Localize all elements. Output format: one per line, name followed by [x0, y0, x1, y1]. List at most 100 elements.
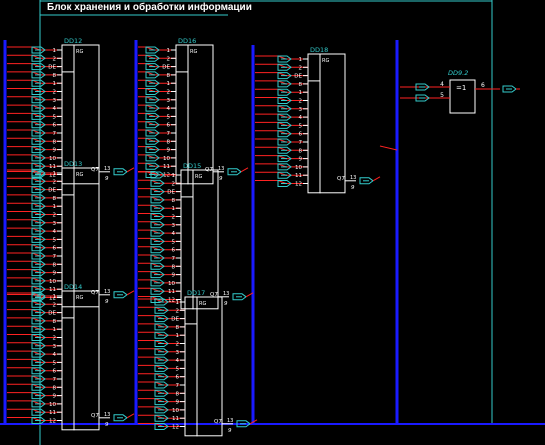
- chip-pin-number: 2: [176, 342, 180, 348]
- chip-pin-column: [61, 290, 75, 431]
- chip-pin-number: 1: [176, 300, 180, 306]
- output-sub-label: 9: [224, 301, 228, 307]
- output-wire: [126, 413, 135, 419]
- chip-pin-number: 6: [53, 369, 57, 375]
- output-pin-number: 13: [104, 166, 110, 172]
- chip-pin-number: DE: [162, 65, 170, 71]
- chip-pin-number: 8: [299, 148, 303, 154]
- xor-gate-group: DD9.2 =1 4 5 6: [400, 69, 520, 114]
- dd18-output-wire: [379, 145, 398, 151]
- chip-pin-number: 4: [53, 106, 57, 112]
- output-pin-number: 13: [223, 291, 229, 297]
- chip-output-pin: Q7: [91, 413, 99, 419]
- chip-pin-number: 11: [49, 287, 56, 293]
- chip-pin-number: 8: [53, 73, 57, 79]
- chip-body: [196, 296, 223, 437]
- chip-pin-number: 9: [53, 271, 57, 277]
- output-pin-number: 13: [104, 289, 110, 295]
- chip-pin-number: DE: [48, 65, 56, 71]
- gate-pin-number: 4: [440, 81, 444, 88]
- chip-output-pin: Q7: [214, 419, 222, 425]
- chip-pin-number: 8: [53, 139, 57, 145]
- chip-pin-column: [307, 53, 321, 194]
- chip-pin-number: 12: [172, 425, 179, 431]
- chip-func-label: RG: [322, 58, 329, 64]
- output-wire: [372, 176, 381, 182]
- chip-ref-label: DD13: [64, 160, 82, 168]
- chip-func-label: RG: [76, 49, 83, 55]
- output-wire: [240, 167, 249, 173]
- chip-pin-number: 12: [295, 182, 302, 188]
- chip-pin-column: [184, 296, 198, 437]
- output-pin-number: 13: [350, 175, 356, 181]
- output-sub-label: 9: [219, 176, 223, 182]
- chip-pin-column: [180, 169, 194, 310]
- chip-pin-number: 7: [176, 383, 180, 389]
- chip-pin-number: 3: [53, 98, 57, 104]
- chip-pin-number: 1: [176, 333, 180, 339]
- chip-pin-number: 2: [53, 179, 57, 185]
- chip-pin-number: 6: [53, 123, 57, 129]
- chip-pin-number: 2: [176, 308, 180, 314]
- chip-pin-number: 1: [299, 57, 303, 63]
- chip-pin-number: 2: [53, 56, 57, 62]
- chip-pin-number: 6: [167, 123, 171, 129]
- chip-group: DD12RG12DE8123456789101112Q7 139DD13RG12D…: [7, 37, 398, 437]
- chip-pin-number: 9: [53, 394, 57, 400]
- chip-pin-number: 4: [299, 115, 303, 121]
- chip-pin-number: 9: [53, 148, 57, 154]
- chip-pin-number: 4: [53, 229, 57, 235]
- chip-pin-number: DE: [167, 190, 175, 196]
- chip-pin-number: 4: [53, 352, 57, 358]
- chip-pin-number: 3: [299, 107, 303, 113]
- chip-body: [192, 169, 219, 310]
- chip-pin-number: 1: [167, 48, 171, 54]
- drawing-frame: [0, 0, 545, 445]
- chip-ref-label: DD17: [187, 289, 205, 297]
- chip-pin-number: DE: [294, 74, 302, 80]
- chip-pin-number: 5: [176, 366, 180, 372]
- chip-pin-number: 8: [53, 385, 57, 391]
- chip-pin-number: 9: [299, 157, 303, 163]
- chip-pin-number: 5: [53, 360, 57, 366]
- chip-pin-number: 2: [299, 99, 303, 105]
- chip-pin-number: 2: [53, 213, 57, 219]
- chip-pin-number: 5: [167, 114, 171, 120]
- chip-pin-number: 4: [176, 358, 180, 364]
- chip-pin-number: 1: [172, 173, 176, 179]
- chip-ref-label: DD14: [64, 283, 82, 291]
- chip-pin-number: 5: [53, 114, 57, 120]
- chip-pin-number: 11: [49, 164, 56, 170]
- chip-pin-number: 2: [167, 56, 171, 62]
- chip-pin-number: 10: [295, 165, 302, 171]
- chip-pin-number: 8: [172, 198, 176, 204]
- output-pin-number: 13: [104, 412, 110, 418]
- output-sub-label: 9: [351, 185, 355, 191]
- chip-func-label: RG: [199, 301, 206, 307]
- gate-pin-number: 5: [440, 92, 444, 99]
- chip-pin-number: 11: [163, 164, 170, 170]
- chip-pin-number: 2: [53, 302, 57, 308]
- chip-pin-number: 1: [299, 90, 303, 96]
- chip-body: [319, 53, 346, 194]
- chip-output-pin: Q7: [337, 176, 345, 182]
- chip-pin-number: 5: [299, 123, 303, 129]
- chip-pin-number: 12: [49, 419, 56, 425]
- chip-pin-number: 10: [49, 279, 56, 285]
- chip-pin-number: DE: [48, 188, 56, 194]
- chip-pin-number: 11: [168, 289, 175, 295]
- chip-pin-number: 3: [53, 221, 57, 227]
- chip-pin-number: DE: [171, 317, 179, 323]
- chip-pin-number: 1: [53, 48, 57, 54]
- chip-pin-number: 9: [172, 273, 176, 279]
- chip-ref-label: DD12: [64, 37, 82, 45]
- chip-pin-number: 8: [167, 73, 171, 79]
- chip-pin-number: 1: [53, 204, 57, 210]
- chip-func-label: RG: [76, 172, 83, 178]
- chip-pin-number: 11: [172, 416, 179, 422]
- chip-body: [73, 290, 100, 431]
- chip-pin-number: 7: [53, 131, 57, 137]
- chip-pin-number: 7: [167, 131, 171, 137]
- chip-pin-number: 3: [176, 350, 180, 356]
- gate-output-pin: 6: [481, 82, 485, 89]
